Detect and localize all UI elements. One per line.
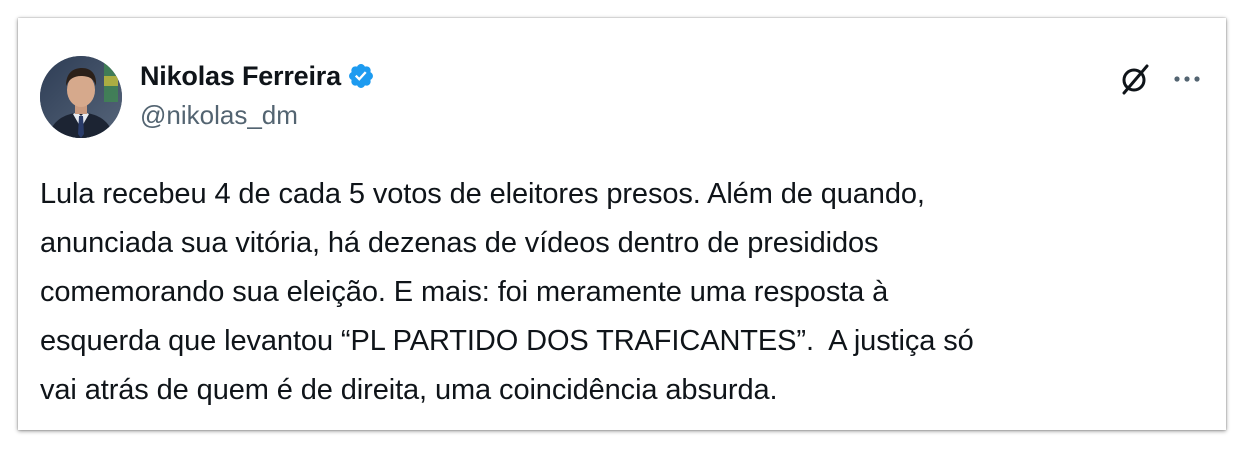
avatar[interactable] [40, 56, 122, 138]
profile-photo-icon [40, 56, 122, 138]
author-name-row[interactable]: Nikolas Ferreira [140, 59, 375, 93]
more-options-icon[interactable] [1170, 62, 1204, 96]
tweet-text-line: esquerda que levantou “PL PARTIDO DOS TR… [40, 325, 974, 357]
author-handle[interactable]: @nikolas_dm [140, 100, 298, 131]
verified-badge-icon[interactable] [347, 62, 375, 90]
tweet-text-line: anunciada sua vitória, há dezenas de víd… [40, 227, 879, 259]
tweet-text-line: Lula recebeu 4 de cada 5 votos de eleito… [40, 178, 925, 210]
tweet-text-line: vai atrás de quem é de direita, uma coin… [40, 374, 778, 406]
grok-slash-icon[interactable] [1118, 62, 1152, 96]
tweet-text-line: comemorando sua eleição. E mais: foi mer… [40, 276, 889, 308]
tweet-card[interactable]: Nikolas Ferreira @nikolas_dm Lula recebe… [18, 18, 1226, 430]
tweet-text: Lula recebeu 4 de cada 5 votos de eleito… [40, 170, 1210, 415]
author-display-name[interactable]: Nikolas Ferreira [140, 61, 341, 92]
